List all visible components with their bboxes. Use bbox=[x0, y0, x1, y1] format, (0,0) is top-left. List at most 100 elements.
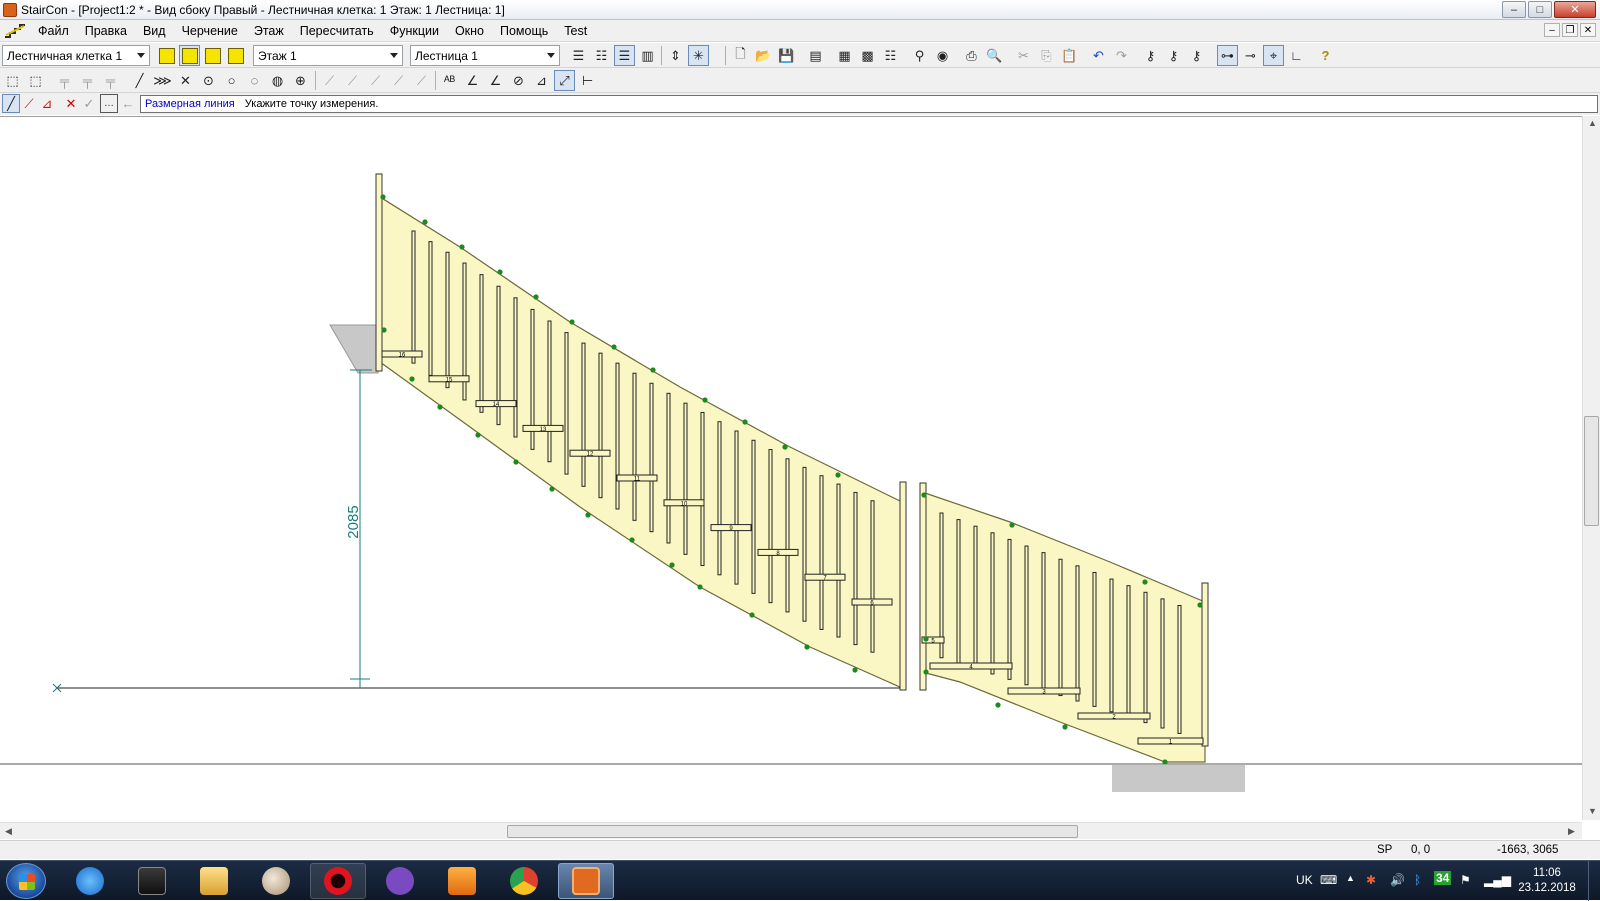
snap-node[interactable] bbox=[995, 702, 1001, 708]
circle-center-icon[interactable]: ⊙ bbox=[198, 70, 219, 91]
linear-dimension-icon[interactable]: ⤢ bbox=[554, 70, 575, 91]
taskbar-staircon[interactable] bbox=[558, 863, 614, 899]
menu-functions[interactable]: Функции bbox=[382, 24, 447, 38]
scroll-down-arrow-icon[interactable]: ▼ bbox=[1588, 806, 1597, 816]
stringer-icon[interactable]: ⟋ bbox=[319, 70, 340, 91]
snap-node[interactable] bbox=[1009, 522, 1015, 528]
snap-node[interactable] bbox=[533, 294, 539, 300]
new-file-icon[interactable]: 🗋 bbox=[730, 45, 751, 66]
cancel-icon[interactable]: ✕ bbox=[62, 94, 80, 113]
menu-recalculate[interactable]: Пересчитать bbox=[292, 24, 382, 38]
align-center-icon[interactable]: ☷ bbox=[591, 45, 612, 66]
maximize-button[interactable]: □ bbox=[1528, 1, 1552, 18]
rotate-icon[interactable]: ⊕ bbox=[290, 70, 311, 91]
tray-badge-number[interactable]: 34 bbox=[1434, 871, 1452, 885]
circle-icon[interactable]: ○ bbox=[221, 70, 242, 91]
menu-file[interactable]: Файл bbox=[30, 24, 77, 38]
select-cross-icon[interactable]: ⬚ bbox=[25, 70, 46, 91]
snap-node[interactable] bbox=[669, 562, 675, 568]
snap-node[interactable] bbox=[1142, 579, 1148, 585]
scroll-up-arrow-icon[interactable]: ▲ bbox=[1588, 118, 1597, 128]
post-add-icon[interactable]: ╤ bbox=[77, 70, 98, 91]
redo-icon[interactable]: ↷ bbox=[1111, 45, 1132, 66]
menu-edit[interactable]: Правка bbox=[77, 24, 135, 38]
paste-icon[interactable]: 📋 bbox=[1059, 45, 1080, 66]
show-desktop-button[interactable] bbox=[1588, 861, 1600, 901]
connect-nodes-icon[interactable]: ⊶ bbox=[1217, 45, 1238, 66]
snap-node[interactable] bbox=[513, 459, 519, 465]
node-icon[interactable]: ⊸ bbox=[1240, 45, 1261, 66]
snap-node[interactable] bbox=[569, 319, 575, 325]
help-icon[interactable]: ? bbox=[1315, 45, 1336, 66]
snap-node[interactable] bbox=[921, 492, 927, 498]
snap-node[interactable] bbox=[782, 444, 788, 450]
snap-node[interactable] bbox=[804, 644, 810, 650]
handrail-icon[interactable]: ⟋ bbox=[365, 70, 386, 91]
snap-node[interactable] bbox=[742, 419, 748, 425]
key-icon[interactable]: ⚷ bbox=[1140, 45, 1161, 66]
aligned-dimension-icon[interactable]: ⊿ bbox=[531, 70, 552, 91]
angle-icon[interactable]: ∟ bbox=[1286, 45, 1307, 66]
menu-help[interactable]: Помощь bbox=[492, 24, 556, 38]
scroll-right-arrow-icon[interactable]: ▶ bbox=[1568, 826, 1575, 837]
table-icon[interactable]: ▦ bbox=[834, 45, 855, 66]
snap-node[interactable] bbox=[697, 584, 703, 590]
drawing-canvas[interactable]: 16 15 14 13 12 11 10 9 8 7 6 5 4 3 2 1 2085 bbox=[0, 116, 1582, 820]
print-icon[interactable]: ⎙ bbox=[961, 45, 982, 66]
stair-select[interactable]: Лестница 1 bbox=[410, 45, 560, 66]
open-folder-icon[interactable]: 📂 bbox=[753, 45, 774, 66]
document-minimize-button[interactable]: – bbox=[1544, 23, 1560, 37]
polyline-icon[interactable]: ⋙ bbox=[152, 70, 173, 91]
snap-node[interactable] bbox=[422, 219, 428, 225]
snap-node[interactable] bbox=[381, 327, 387, 333]
horizontal-scroll-thumb[interactable] bbox=[507, 825, 1078, 838]
snap-node[interactable] bbox=[1162, 759, 1168, 765]
menu-floor[interactable]: Этаж bbox=[246, 24, 292, 38]
more-options-icon[interactable]: … bbox=[100, 94, 118, 113]
angle-edit-icon[interactable]: ∠ bbox=[485, 70, 506, 91]
command-prompt-box[interactable]: Размерная линия Укажите точку измерения. bbox=[140, 95, 1598, 113]
snap-node[interactable] bbox=[749, 612, 755, 618]
line-mode-edit-icon[interactable]: ⊿ bbox=[38, 94, 56, 113]
snap-node[interactable] bbox=[380, 194, 386, 200]
snap-star-icon[interactable]: ✳ bbox=[688, 45, 709, 66]
vertical-move-icon[interactable]: ⇕ bbox=[665, 45, 686, 66]
tray-expand-icon[interactable]: ▲ bbox=[1346, 873, 1355, 883]
system-clock[interactable]: 11:06 23.12.2018 bbox=[1515, 866, 1579, 896]
stairwell-tool-button[interactable] bbox=[156, 45, 177, 66]
snap-node[interactable] bbox=[923, 669, 929, 675]
horizontal-scrollbar[interactable]: ◀ ▶ bbox=[0, 822, 1582, 839]
arc-icon[interactable]: ◍ bbox=[267, 70, 288, 91]
snap-node[interactable] bbox=[611, 344, 617, 350]
line-mode-red-icon[interactable]: ⟋ bbox=[20, 94, 38, 113]
undo-icon[interactable]: ↶ bbox=[1088, 45, 1109, 66]
snap-node[interactable] bbox=[650, 367, 656, 373]
bluetooth-icon[interactable]: ᛒ bbox=[1414, 873, 1421, 887]
volume-icon[interactable]: 🔊 bbox=[1390, 873, 1405, 887]
align-right-icon[interactable]: ☰ bbox=[614, 45, 635, 66]
grid-view-icon[interactable]: ▥ bbox=[637, 45, 658, 66]
taskbar-viber[interactable] bbox=[372, 863, 428, 899]
back-arrow-icon[interactable]: ← bbox=[119, 94, 137, 113]
text-tool-icon[interactable]: ᴬᴮ bbox=[439, 70, 460, 91]
copy-icon[interactable]: ⎘ bbox=[1036, 45, 1057, 66]
floor-select[interactable]: Этаж 1 bbox=[253, 45, 403, 66]
snap-node[interactable] bbox=[1062, 724, 1068, 730]
line-icon[interactable]: ╱ bbox=[129, 70, 150, 91]
stringer-edit-icon[interactable]: ⟋ bbox=[342, 70, 363, 91]
post-remove-icon[interactable]: ╤ bbox=[100, 70, 121, 91]
snap-node[interactable] bbox=[1197, 602, 1203, 608]
line-mode-icon[interactable]: ╱ bbox=[2, 94, 20, 113]
cut-icon[interactable]: ✂ bbox=[1013, 45, 1034, 66]
print-preview-icon[interactable]: 🔍 bbox=[984, 45, 1005, 66]
confirm-icon[interactable]: ✓ bbox=[80, 94, 98, 113]
vertical-scroll-thumb[interactable] bbox=[1584, 416, 1599, 526]
tray-app-icon[interactable]: ✱ bbox=[1366, 873, 1376, 887]
tread-icon[interactable]: ⟋ bbox=[411, 70, 432, 91]
start-button[interactable] bbox=[6, 863, 46, 899]
stairwell-select[interactable]: Лестничная клетка 1 bbox=[2, 45, 150, 66]
minimize-button[interactable]: – bbox=[1502, 1, 1526, 18]
post-icon[interactable]: ╤ bbox=[54, 70, 75, 91]
language-indicator[interactable]: UK bbox=[1296, 873, 1313, 887]
snap-node[interactable] bbox=[475, 432, 481, 438]
